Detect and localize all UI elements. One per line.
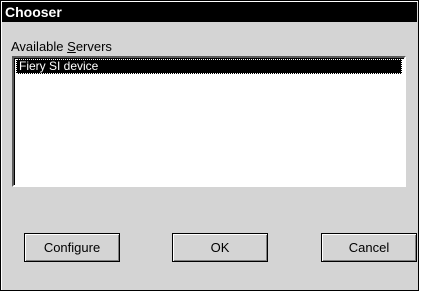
- title-bar: Chooser: [2, 2, 417, 22]
- cancel-button[interactable]: Cancel: [321, 233, 417, 262]
- list-item-label: Fiery SI device: [19, 59, 99, 73]
- configure-button[interactable]: Configure: [24, 233, 120, 262]
- ok-button[interactable]: OK: [172, 233, 268, 262]
- chooser-dialog: Chooser Available Servers Fiery SI devic…: [0, 0, 419, 291]
- list-item[interactable]: Fiery SI device: [16, 59, 402, 74]
- listbox-frame: [14, 58, 404, 185]
- servers-listbox[interactable]: Fiery SI device: [12, 56, 406, 187]
- window-title: Chooser: [5, 4, 62, 20]
- available-servers-label: Available Servers: [11, 39, 112, 54]
